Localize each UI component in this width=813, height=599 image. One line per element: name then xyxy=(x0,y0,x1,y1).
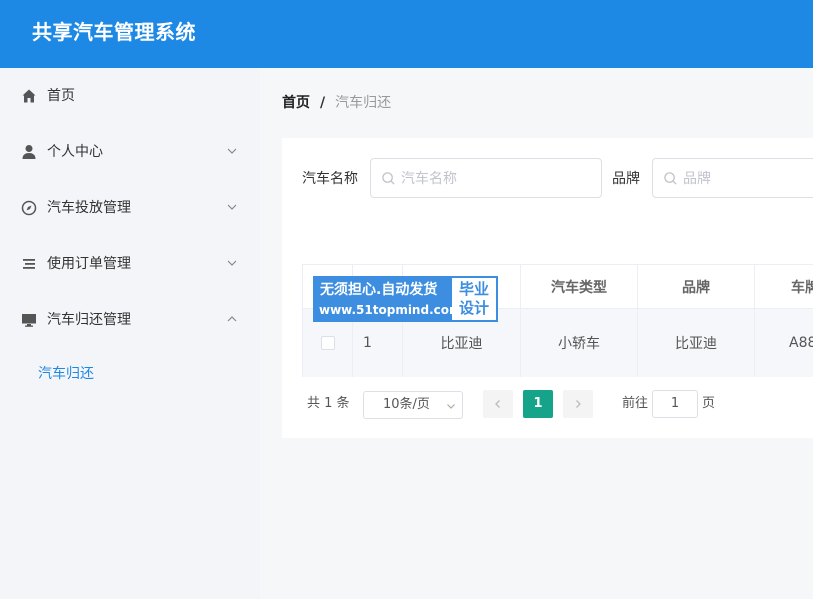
search-icon xyxy=(382,172,395,185)
chevron-down-icon xyxy=(447,404,455,409)
search-icon xyxy=(664,172,677,185)
user-icon xyxy=(22,145,36,159)
sidebar-item-profile[interactable]: 个人中心 xyxy=(0,124,260,180)
header-brand: 品牌 xyxy=(638,265,755,308)
chevron-down-icon xyxy=(227,260,237,266)
app-header: 共享汽车管理系统 xyxy=(0,0,813,68)
chevron-left-icon xyxy=(495,400,500,408)
sidebar-item-car-return[interactable]: 汽车归还管理 xyxy=(0,292,260,348)
brand-input[interactable]: 品牌 xyxy=(652,158,813,198)
pagination-total: 共 1 条 xyxy=(307,396,350,411)
goto-page-suffix: 页 xyxy=(702,396,716,411)
car-name-input[interactable]: 汽车名称 xyxy=(370,158,602,198)
sidebar-item-label: 个人中心 xyxy=(47,144,103,160)
page-number-current[interactable]: 1 xyxy=(523,390,553,418)
watermark-badge: 毕业 设计 xyxy=(452,278,496,320)
app-title: 共享汽车管理系统 xyxy=(32,20,196,44)
sidebar-item-orders[interactable]: 使用订单管理 xyxy=(0,236,260,292)
sidebar-item-label: 汽车投放管理 xyxy=(47,200,131,216)
compass-icon xyxy=(21,200,37,216)
chevron-down-icon xyxy=(227,148,237,154)
page-size-value: 10条/页 xyxy=(383,397,430,412)
sidebar-item-home[interactable]: 首页 xyxy=(0,68,260,124)
watermark-url: www.51topmind.com xyxy=(319,303,462,317)
row-plate: A88 xyxy=(789,335,813,351)
car-name-label: 汽车名称 xyxy=(302,171,358,187)
sidebar-item-label: 首页 xyxy=(47,88,75,104)
watermark-badge-line1: 毕业 xyxy=(458,280,489,298)
row-checkbox[interactable] xyxy=(320,336,335,350)
monitor-icon xyxy=(22,314,36,327)
sidebar-item-car-deploy[interactable]: 汽车投放管理 xyxy=(0,180,260,236)
watermark-left: 无须担心.自动发货 www.51topmind.com xyxy=(315,278,462,320)
goto-page-input[interactable]: 1 xyxy=(652,390,698,418)
sidebar-subitem-car-return[interactable]: 汽车归还 xyxy=(38,364,94,384)
prev-page-button[interactable] xyxy=(483,390,513,418)
row-brand: 比亚迪 xyxy=(638,309,755,377)
breadcrumb: 首页 / 汽车归还 xyxy=(282,94,391,112)
list-icon xyxy=(23,259,35,269)
next-page-button[interactable] xyxy=(563,390,593,418)
header-car-type: 汽车类型 xyxy=(521,265,638,308)
pagination: 共 1 条 10条/页 1 前往 1 页 xyxy=(282,388,813,420)
row-car-type: 小轿车 xyxy=(521,309,638,377)
breadcrumb-current: 汽车归还 xyxy=(335,95,392,111)
chevron-up-icon xyxy=(227,316,237,322)
home-icon xyxy=(22,89,36,103)
watermark-slogan: 无须担心.自动发货 xyxy=(320,282,438,298)
car-name-placeholder: 汽车名称 xyxy=(401,171,457,187)
sidebar-item-label: 使用订单管理 xyxy=(47,256,131,272)
header-plate: 车牌 xyxy=(791,279,813,296)
page-size-select[interactable]: 10条/页 xyxy=(363,391,463,419)
brand-label: 品牌 xyxy=(612,171,640,187)
chevron-down-icon xyxy=(227,204,237,210)
sidebar-item-label: 汽车归还管理 xyxy=(47,312,131,328)
chevron-right-icon xyxy=(576,400,581,408)
breadcrumb-home[interactable]: 首页 xyxy=(282,95,310,111)
watermark-badge-line2: 设计 xyxy=(458,299,489,317)
goto-label: 前往 xyxy=(622,396,649,411)
breadcrumb-separator: / xyxy=(320,95,326,111)
brand-placeholder: 品牌 xyxy=(683,171,711,187)
watermark-banner: 无须担心.自动发货 www.51topmind.com 毕业 设计 xyxy=(313,276,498,322)
